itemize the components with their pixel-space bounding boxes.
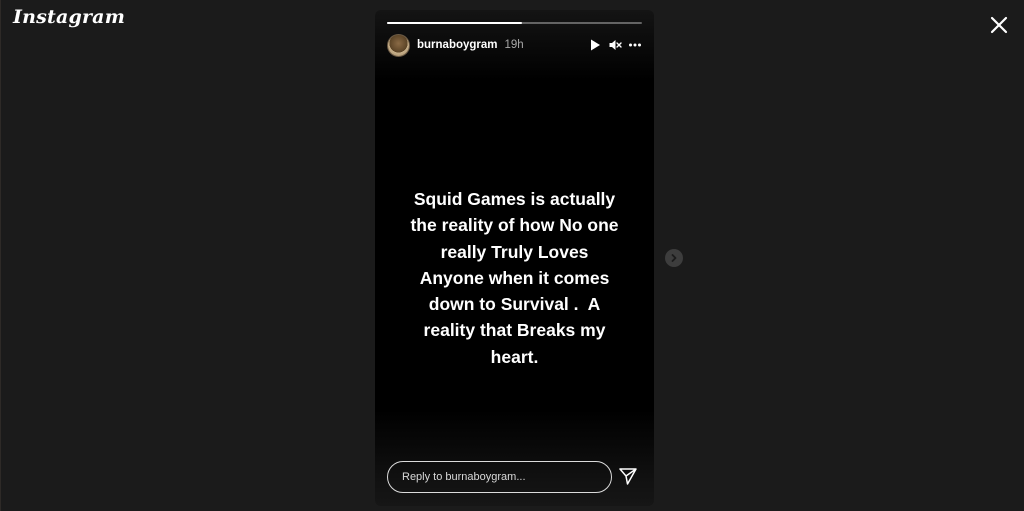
story-timestamp: 19h <box>504 39 524 51</box>
speaker-muted-icon[interactable] <box>608 38 622 52</box>
next-story-button[interactable] <box>665 249 683 267</box>
story-text-line: the reality of how No one <box>410 215 619 236</box>
story-text-line: Squid Games is actually <box>413 189 616 209</box>
avatar[interactable] <box>387 33 410 57</box>
story-controls <box>588 38 642 52</box>
story-text-line: reality that Breaks my <box>423 320 606 341</box>
more-options-icon[interactable] <box>628 38 642 52</box>
story-card[interactable]: burnaboygram 19h Squid Games is actually… <box>375 10 654 506</box>
story-progress-fill <box>387 22 523 24</box>
chevron-right-icon <box>671 254 677 262</box>
play-icon[interactable] <box>588 38 602 52</box>
story-text-line: down to Survival . A <box>428 294 601 315</box>
story-progress-bar <box>387 22 642 24</box>
story-text-line: heart. <box>490 346 539 367</box>
close-icon[interactable] <box>987 13 1011 37</box>
story-viewer: Instagram burnaboygram 19h Squid Games i… <box>0 0 1024 511</box>
story-username[interactable]: burnaboygram <box>417 39 498 51</box>
instagram-logo[interactable]: Instagram <box>13 6 125 28</box>
story-text: Squid Games is actually the reality of h… <box>383 186 646 370</box>
send-icon[interactable] <box>618 466 638 486</box>
story-text-line: really Truly Loves <box>440 241 589 262</box>
story-header: burnaboygram 19h <box>387 33 642 57</box>
reply-input[interactable] <box>387 461 612 493</box>
story-text-line: Anyone when it comes <box>419 267 610 288</box>
